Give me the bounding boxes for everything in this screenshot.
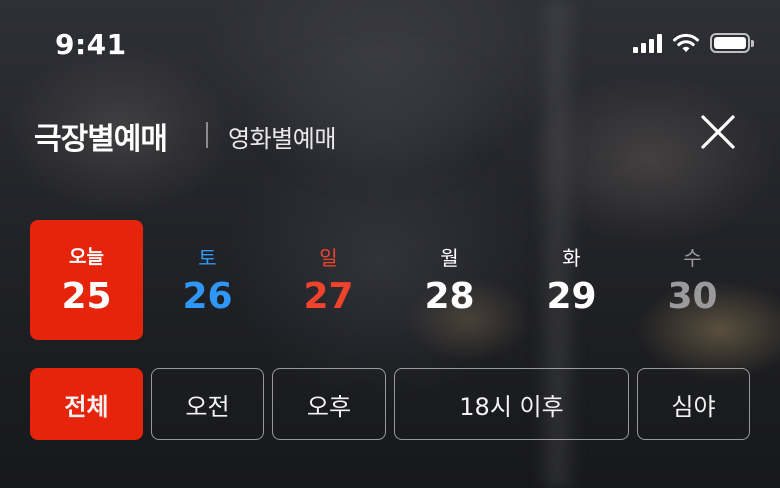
date-number: 26: [182, 276, 233, 317]
battery-icon: [710, 33, 754, 53]
tab-theater-booking[interactable]: 극장별예매: [34, 114, 168, 158]
filter-morning-button[interactable]: 오전: [151, 368, 264, 440]
tab-divider: [206, 122, 208, 148]
date-item-tue[interactable]: 화 29: [515, 220, 628, 340]
date-day-label: 오늘: [69, 246, 104, 268]
filter-late-night-button[interactable]: 심야: [637, 368, 750, 440]
status-time: 9:41: [55, 28, 127, 61]
date-number: 30: [667, 276, 718, 317]
date-item-wed[interactable]: 수 30: [636, 220, 749, 340]
filter-after-18-button[interactable]: 18시 이후: [394, 368, 629, 440]
cellular-signal-icon: [633, 33, 662, 53]
wifi-icon: [673, 33, 699, 52]
date-item-mon[interactable]: 월 28: [393, 220, 506, 340]
date-day-label: 수: [683, 246, 702, 270]
date-item-sat[interactable]: 토 26: [151, 220, 264, 340]
date-item-sun[interactable]: 일 27: [272, 220, 385, 340]
header: 극장별예매 영화별예매: [34, 110, 746, 160]
date-day-label: 월: [440, 246, 459, 270]
date-number: 28: [424, 276, 475, 317]
tab-movie-booking[interactable]: 영화별예매: [228, 119, 336, 154]
status-icons: [633, 33, 754, 53]
date-number: 27: [303, 276, 354, 317]
date-number: 25: [61, 276, 112, 317]
time-filter-bar: 전체 오전 오후 18시 이후 심야: [30, 368, 750, 440]
date-item-today[interactable]: 오늘 25: [30, 220, 143, 340]
date-day-label: 화: [562, 246, 581, 270]
date-number: 29: [546, 276, 597, 317]
status-bar: 9:41: [0, 0, 780, 88]
filter-all-button[interactable]: 전체: [30, 368, 143, 440]
filter-afternoon-button[interactable]: 오후: [272, 368, 386, 440]
date-selector: 오늘 25 토 26 일 27 월 28 화 29 수 30: [30, 220, 760, 340]
close-icon[interactable]: [700, 114, 736, 150]
date-day-label: 토: [198, 246, 217, 270]
date-day-label: 일: [319, 246, 338, 270]
